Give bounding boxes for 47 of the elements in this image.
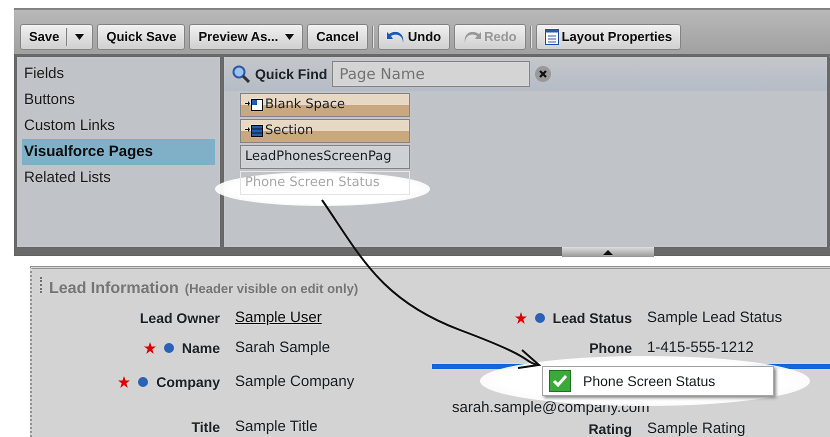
redo-icon: [463, 30, 482, 44]
field-label: Rating: [588, 420, 632, 437]
field-label: Title: [191, 418, 220, 436]
toolbar-button[interactable]: Cancel: [307, 24, 368, 50]
search-field[interactable]: Page Name: [332, 61, 530, 87]
palette-item[interactable]: LeadPhonesScreenPag: [240, 145, 410, 169]
palette-category[interactable]: Custom Links: [22, 113, 215, 139]
field-label: Phone: [589, 338, 632, 358]
palette-item[interactable]: Section: [240, 119, 410, 143]
field-value: Sample Rating: [646, 418, 746, 437]
field-link[interactable]: Sample User: [220, 306, 322, 330]
field-value: sarah.sample@company.com: [452, 398, 650, 418]
preview-button[interactable]: Preview As...: [189, 24, 304, 50]
field-value: 1-415-555-1212: [646, 338, 754, 358]
caret-icon: [285, 34, 294, 40]
field-label: Name: [182, 338, 220, 358]
up-arrow-icon: [603, 250, 613, 254]
save-button[interactable]: Save: [20, 24, 94, 50]
field-value: Sample Company: [234, 372, 354, 392]
splitter-handle[interactable]: [562, 247, 654, 257]
layout-icon: [544, 29, 559, 45]
section-title: Lead Information: [49, 279, 179, 299]
caret-icon: [75, 34, 84, 40]
palette-category[interactable]: Visualforce Pages: [22, 139, 215, 165]
drag-grip: [40, 277, 43, 293]
search-icon: [232, 65, 250, 83]
field-value: Sarah Sample: [234, 338, 330, 358]
palette-category[interactable]: Related Lists: [22, 165, 215, 191]
palette-category[interactable]: Fields: [22, 61, 215, 87]
undo-button[interactable]: Undo: [378, 24, 450, 50]
toolbar-button[interactable]: Quick Save: [97, 24, 186, 50]
quick-find-label: Quick Find: [255, 64, 328, 84]
layout-properties-button[interactable]: Layout Properties: [536, 24, 682, 50]
field-label: Company: [156, 372, 220, 392]
field-value: Sample Title: [234, 416, 318, 437]
preview-label: Phone Screen Status: [583, 372, 716, 390]
clear-icon: [535, 66, 552, 82]
section-icon: [245, 124, 263, 138]
palette-item[interactable]: Blank Space: [240, 93, 410, 117]
undo-icon: [386, 30, 405, 44]
check-icon: [553, 375, 567, 387]
section-note: (Header visible on edit only): [184, 280, 358, 298]
field-label: Lead Status: [552, 308, 632, 328]
blank-space-icon: [245, 98, 263, 112]
field-value: Sample Lead Status: [646, 308, 782, 328]
palette-category[interactable]: Buttons: [22, 87, 215, 113]
field-label: Lead Owner: [140, 308, 220, 328]
